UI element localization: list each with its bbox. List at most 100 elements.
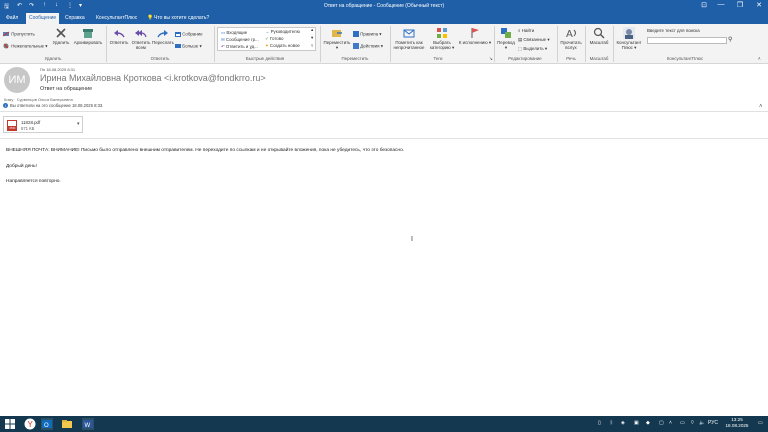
consultantplus-button[interactable]: Консультант Плюс ▾ [614, 27, 644, 50]
quick-step-done[interactable]: ✓ Готово [265, 36, 283, 42]
word-taskbar-icon[interactable]: W [82, 418, 94, 430]
tray-wifi-icon[interactable]: ⌔ [690, 420, 695, 426]
read-aloud-button[interactable]: A Прочитать вслух [558, 27, 584, 50]
show-hidden-icons[interactable]: ˄ [669, 420, 672, 426]
rules-icon [353, 31, 359, 38]
avatar: ИМ [4, 67, 30, 93]
magnifier-icon [593, 27, 605, 39]
collapse-header-button[interactable]: ˄ [759, 104, 763, 110]
separator [106, 26, 107, 62]
quick-step-reply-delete[interactable]: ↶ Ответить и уд... [221, 44, 258, 50]
yandex-browser-icon[interactable]: Y [24, 418, 36, 430]
more-respond-button[interactable]: Больше ▾ [175, 43, 202, 50]
tab-help[interactable]: Справка [65, 15, 85, 21]
ignore-button[interactable]: Пропустить [2, 31, 35, 38]
up-arrow-icon[interactable]: ↑ [43, 2, 46, 8]
quick-steps-gallery-right: → Руководителю ✓ Готово ✦ Создать новое [265, 27, 316, 51]
more-icon [175, 43, 181, 50]
actions-button[interactable]: Действия ▾ [353, 43, 383, 50]
mark-unread-button[interactable]: Пометить как непрочитанное [391, 27, 427, 50]
outlook-taskbar-icon[interactable]: O [41, 418, 53, 430]
translate-icon [500, 27, 512, 39]
close-button[interactable]: ✕ [752, 1, 766, 9]
notifications-icon[interactable]: ▭ [758, 420, 763, 426]
move-folder-icon [331, 27, 343, 39]
quick-step-team-email[interactable]: ✉ Сообщение гр... [221, 37, 259, 43]
translate-button[interactable]: Перевод ▾ [495, 27, 517, 50]
customize-toolbar-icon[interactable]: ⋮ [67, 2, 73, 9]
junk-button[interactable]: Нежелательные ▾ [3, 43, 48, 50]
tab-file[interactable]: Файл [6, 15, 18, 21]
collapse-ribbon-button[interactable]: ˄ [758, 56, 761, 61]
pdf-file-icon: PDF [7, 120, 17, 131]
consultant-search-icon[interactable]: ⚲ [728, 36, 732, 43]
tray-vpn-icon[interactable]: ▢ [659, 420, 664, 426]
window-title: Ответ на обращение - Сообщение (Обычный … [323, 3, 445, 9]
tray-bluetooth-icon[interactable]: ᛒ [610, 420, 613, 426]
reply-all-icon [135, 27, 147, 39]
quick-step-inbox[interactable]: ▭ Входящие [221, 30, 247, 36]
quick-step-manager[interactable]: → Руководителю [265, 29, 300, 34]
forward-button[interactable]: Переслать [152, 27, 174, 45]
tray-monitor-icon[interactable]: ▭ [680, 420, 685, 426]
categorize-button[interactable]: Выбрать категорию ▾ [427, 27, 457, 50]
down-arrow-icon[interactable]: ↓ [55, 2, 58, 8]
reply-button[interactable]: Ответить [108, 27, 130, 45]
consultant-search-input[interactable] [647, 37, 727, 44]
lightbulb-icon: 💡 [147, 15, 154, 21]
attachment-dropdown-icon[interactable]: ▾ [77, 121, 80, 127]
language-indicator[interactable]: РУС [708, 420, 718, 426]
move-button[interactable]: Переместить ▾ [321, 27, 353, 50]
divider [0, 111, 768, 112]
svg-text:W: W [85, 423, 91, 429]
rules-button[interactable]: Правила ▾ [353, 31, 382, 38]
external-mail-warning: ВНЕШНЯЯ ПОЧТА: ВНИМАНИЕ! Письмо было отп… [6, 148, 405, 153]
windows-start-icon[interactable] [4, 418, 16, 430]
to-label: Кому [4, 97, 14, 102]
follow-up-button[interactable]: К исполнению ▾ [457, 27, 493, 45]
zoom-button[interactable]: Масштаб [586, 27, 612, 45]
attachment-size: 571 КБ [21, 126, 35, 131]
search-icon: ⌕ [518, 28, 521, 33]
tags-dialog-launcher[interactable]: ↘ [489, 56, 493, 62]
file-explorer-icon[interactable] [61, 418, 73, 430]
actions-icon [353, 43, 359, 50]
quick-steps-expand[interactable]: ▿ [311, 43, 313, 49]
tray-security-icon[interactable]: ◆ [646, 420, 650, 426]
tab-message[interactable]: Сообщение [26, 13, 60, 24]
quick-access-dropdown-icon[interactable]: ▾ [79, 2, 82, 9]
taskbar-clock[interactable]: 13:25 18.08.2025 [722, 417, 752, 429]
group-tags-label: Теги [433, 56, 443, 61]
save-icon[interactable]: 🖫 [4, 2, 9, 12]
tray-app-icon[interactable]: ▣ [634, 420, 639, 426]
sender[interactable]: Ирина Михайловна Кроткова <i.krotkova@fo… [40, 73, 266, 83]
delete-button[interactable]: Удалить [52, 27, 70, 45]
redo-icon[interactable]: ↷ [29, 2, 34, 9]
restore-button[interactable]: ❐ [733, 1, 747, 9]
minimize-button[interactable]: — [714, 1, 728, 8]
undo-icon[interactable]: ↶ [17, 2, 22, 9]
tray-file-icon[interactable]: ▯ [598, 420, 601, 426]
attachment-name: 11828.pdf [21, 120, 41, 125]
select-button[interactable]: ⬚ Выделить ▾ [518, 46, 547, 52]
archive-button[interactable]: Архивировать [71, 27, 105, 45]
related-button[interactable]: ▤ Связанные ▾ [518, 37, 550, 43]
consultant-search-label: Введите текст для поиска [647, 28, 700, 33]
volume-icon[interactable]: 🔈 [699, 420, 705, 426]
group-delete-label: Удалить [44, 56, 62, 61]
attachment[interactable]: PDF 11828.pdf 571 КБ ▾ [3, 116, 83, 133]
tab-consultantplus[interactable]: КонсультантПлюс [96, 15, 137, 21]
quick-steps-scroll-down[interactable]: ▾ [311, 35, 313, 41]
recipient[interactable]: Сурвенцов Ольга Валерьевна [17, 97, 73, 102]
quick-step-create-new[interactable]: ✦ Создать новое [265, 43, 300, 49]
tell-me-search[interactable]: Что вы хотите сделать? [154, 15, 209, 21]
tray-network-icon[interactable]: ◈ [621, 420, 625, 426]
ribbon-display-options-button[interactable]: ⊡ [697, 1, 711, 9]
find-button[interactable]: ⌕ Найти [518, 28, 534, 33]
meeting-button[interactable]: Собрание [175, 31, 203, 38]
reply-all-button[interactable]: Ответить всем [130, 27, 152, 50]
divider [0, 138, 768, 139]
flag-icon [469, 27, 481, 39]
quick-steps-scroll-up[interactable]: ▴ [311, 27, 313, 33]
group-zoom-label: Масштаб [589, 56, 609, 61]
